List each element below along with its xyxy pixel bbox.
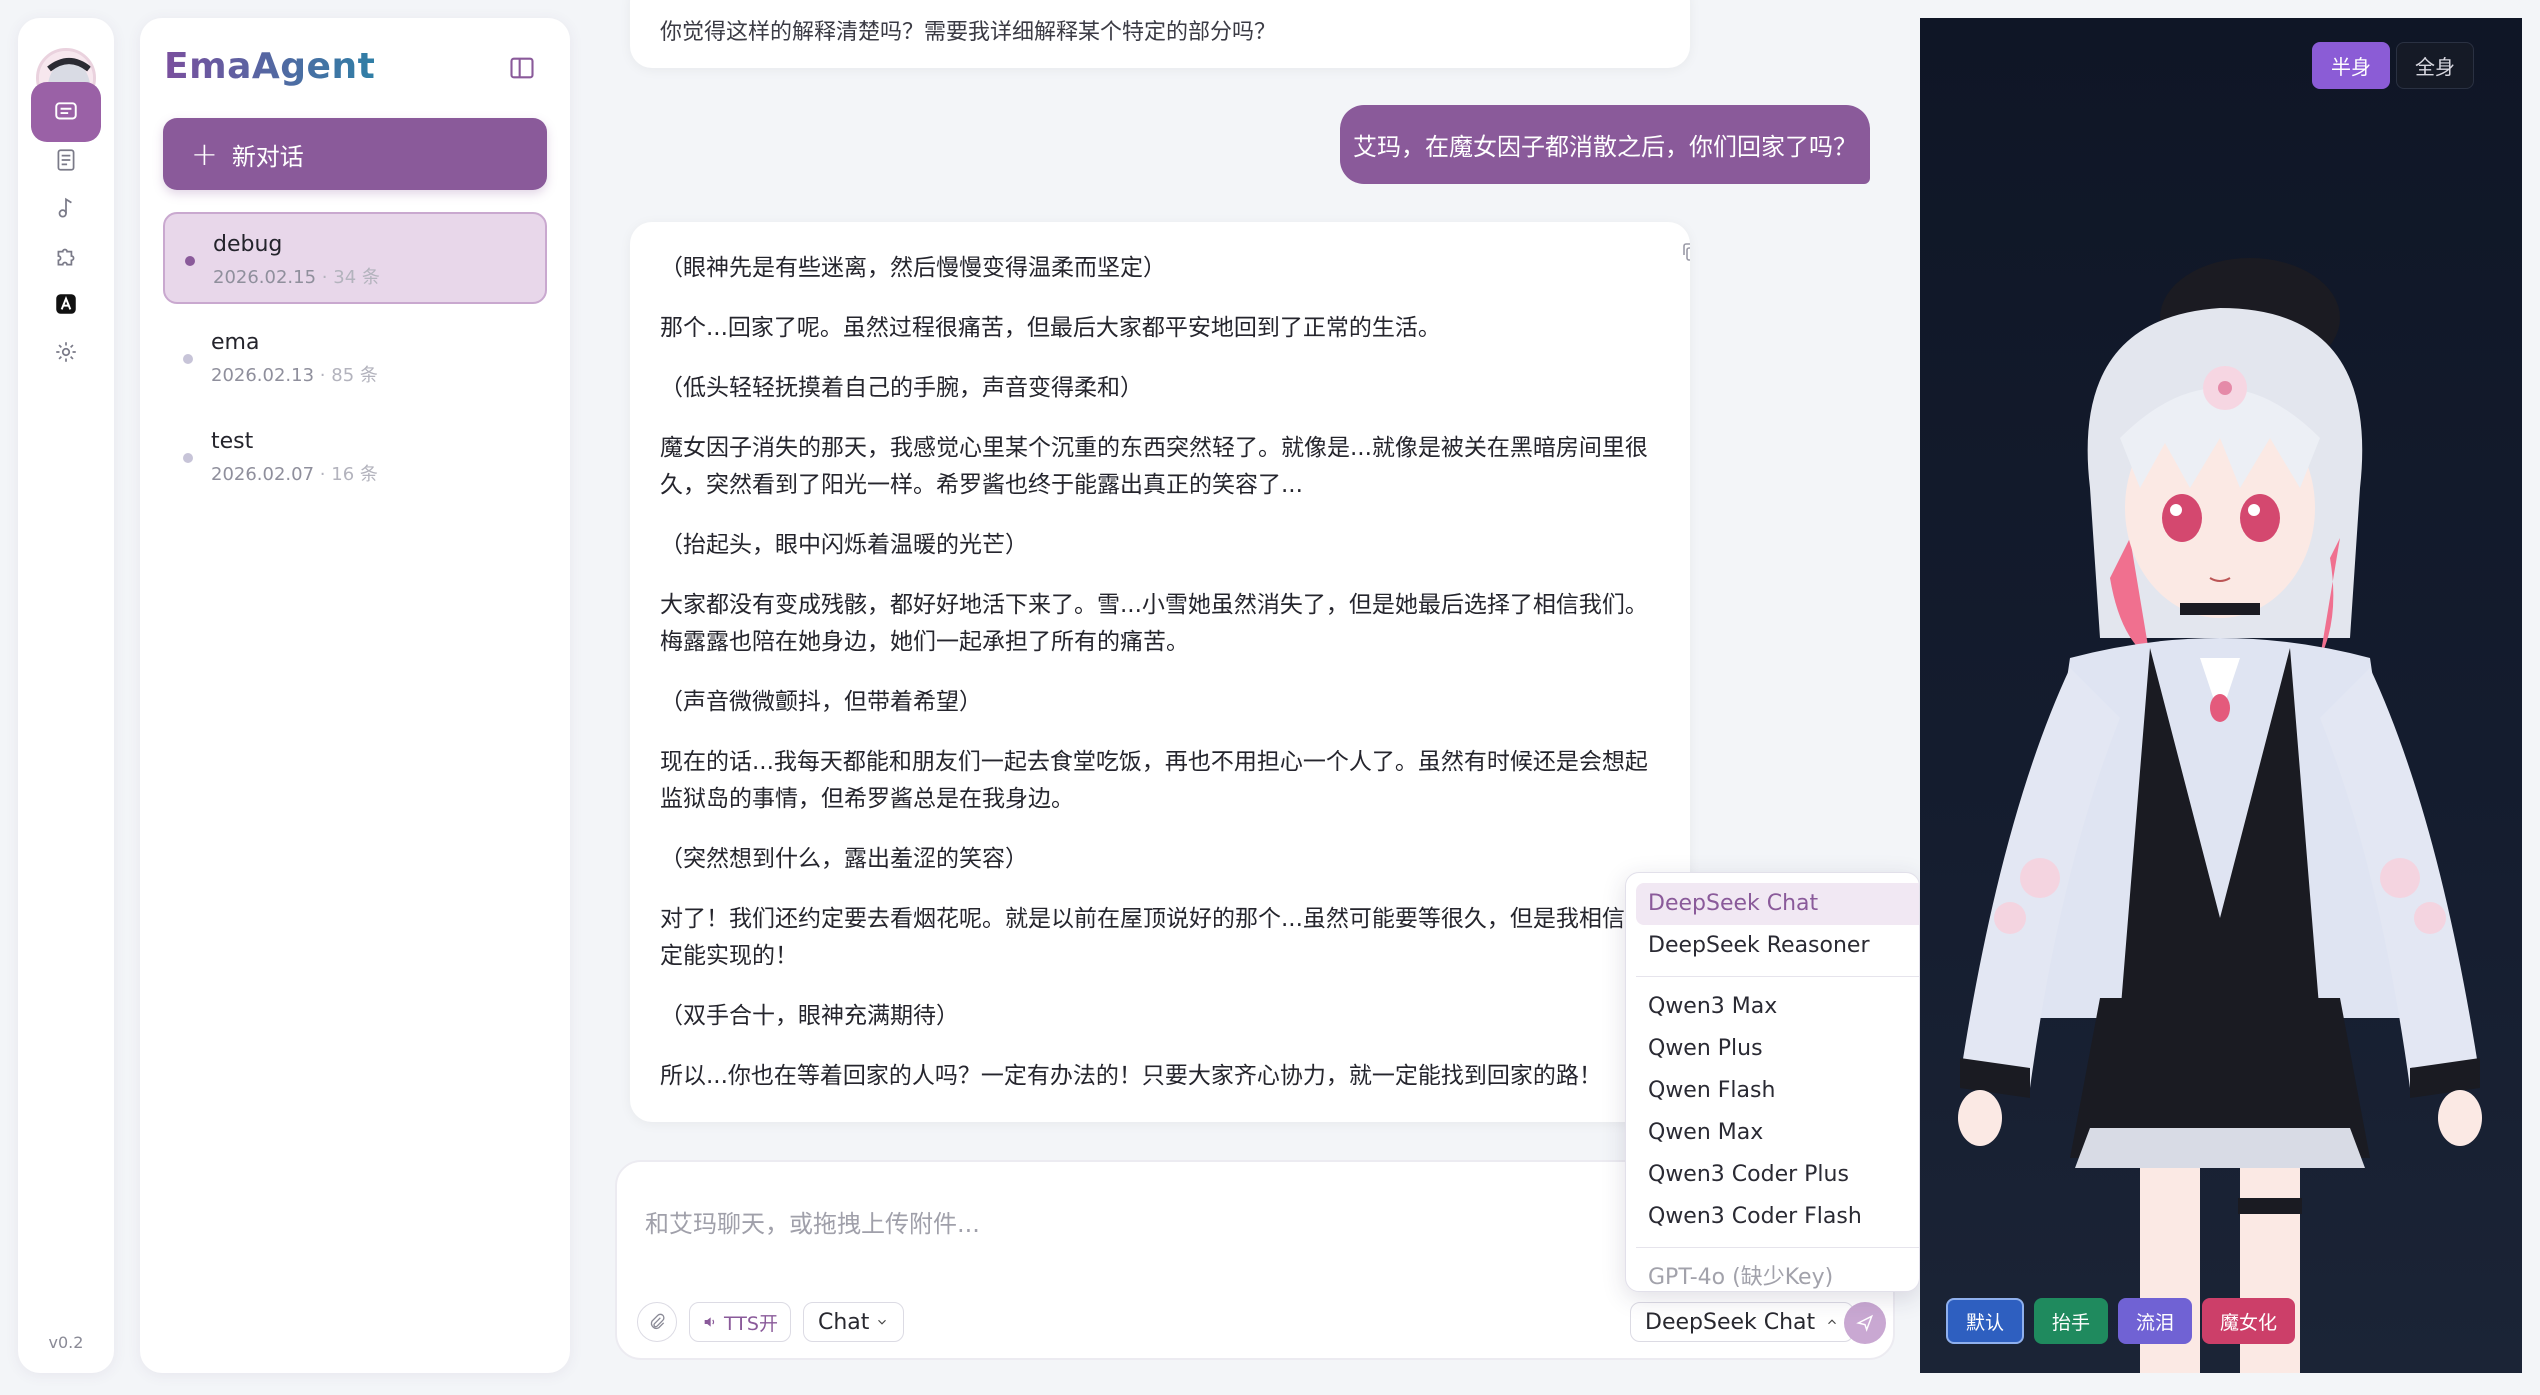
expression-tears-button[interactable]: 流泪 (2118, 1298, 2193, 1344)
paperclip-icon (650, 1313, 665, 1329)
conversation-meta: 2026.02.13 · 85 条 (211, 361, 547, 387)
user-message-bubble: 艾玛，在魔女因子都消散之后，你们回家了吗？ (1340, 105, 1870, 184)
attach-button[interactable] (637, 1302, 677, 1342)
conversation-date: 2026.02.15 (213, 267, 317, 288)
conversation-meta: 2026.02.07 · 16 条 (211, 460, 547, 486)
chevron-up-icon (1828, 1319, 1837, 1325)
model-select[interactable]: DeepSeek Chat (1630, 1302, 1855, 1342)
model-option[interactable]: DeepSeek Chat (1636, 883, 1919, 925)
conversation-item-test[interactable]: test 2026.02.07 · 16 条 (163, 411, 547, 503)
expression-default-button[interactable]: 默认 (1946, 1298, 2025, 1344)
conversation-meta: 2026.02.15 · 34 条 (213, 263, 545, 289)
music-note-icon (58, 197, 72, 218)
model-dropdown-menu: DeepSeek Chat DeepSeek Reasoner Qwen3 Ma… (1625, 872, 1920, 1292)
message-paragraph: （眼神先是有些迷离，然后慢慢变得温柔而坚定） (660, 255, 1166, 281)
send-icon (1856, 1314, 1874, 1332)
active-dot (185, 256, 195, 266)
expression-witch-button[interactable]: 魔女化 (2202, 1298, 2296, 1344)
model-option[interactable]: Qwen3 Max (1636, 986, 1919, 1028)
sidebar-toggle-icon (510, 57, 534, 79)
model-option[interactable]: DeepSeek Reasoner (1636, 925, 1919, 967)
assistant-message-card: （眼神先是有些迷离，然后慢慢变得温柔而坚定） 那个...回家了呢。虽然过程很痛苦… (630, 222, 1690, 1122)
nav-settings-button[interactable] (31, 322, 101, 382)
conversation-item-debug[interactable]: debug 2026.02.15 · 34 条 (163, 212, 547, 304)
model-option[interactable]: Qwen Plus (1636, 1028, 1919, 1070)
message-paragraph: 那个...回家了呢。虽然过程很痛苦，但最后大家都平安地回到了正常的生活。 (660, 315, 1441, 341)
expression-raise-hand-button[interactable]: 抬手 (2034, 1298, 2109, 1344)
message-paragraph: 魔女因子消失的那天，我感觉心里某个沉重的东西突然轻了。就像是...就像是被关在黑… (660, 435, 1648, 498)
model-option-disabled: GPT-4o (缺少Key) (1648, 1265, 1834, 1290)
conversation-date: 2026.02.07 (211, 464, 315, 485)
message-paragraph: （抬起头，眼中闪烁着温暖的光芒） (660, 532, 1028, 558)
menu-divider (1636, 976, 1919, 977)
puzzle-icon (57, 248, 75, 266)
expression-buttons: 默认 抬手 流泪 魔女化 (1946, 1298, 2296, 1344)
send-button[interactable] (1844, 1302, 1886, 1344)
brand-title: EmaAgent (164, 46, 376, 87)
copy-icon (1683, 243, 1690, 261)
new-chat-label: 新对话 (231, 142, 304, 171)
tts-label: TTS开 (724, 1312, 778, 1335)
character-model (1958, 258, 2482, 1373)
message-paragraph: （声音微微颤抖，但带着希望） (660, 689, 982, 715)
previous-message-text: 你觉得这样的解释清楚吗？需要我详细解释某个特定的部分吗？ (660, 20, 1277, 45)
previous-assistant-message: 你觉得这样的解释清楚吗？需要我详细解释某个特定的部分吗？ (630, 0, 1690, 68)
conversation-item-ema[interactable]: ema 2026.02.13 · 85 条 (163, 312, 547, 404)
message-input[interactable] (645, 1202, 1645, 1246)
menu-divider (1636, 1247, 1919, 1248)
model-label: DeepSeek Chat (1645, 1309, 1816, 1335)
model-option[interactable]: Qwen3 Coder Plus (1636, 1154, 1919, 1196)
gear-icon (56, 342, 76, 362)
message-count: · 34 条 (321, 267, 380, 288)
letter-a-icon (56, 294, 76, 314)
new-chat-button[interactable]: + 新对话 (163, 118, 547, 190)
chat-icon (55, 102, 77, 120)
icon-rail: v0.2 (18, 18, 114, 1373)
model-option[interactable]: Qwen Flash (1636, 1070, 1919, 1112)
plus-icon: + (191, 135, 218, 173)
message-count: · 85 条 (319, 365, 378, 386)
avatar-stage: 半身 全身 默认 抬手 流泪 魔女化 (1920, 18, 2522, 1373)
full-body-button[interactable]: 全身 (2396, 42, 2474, 89)
message-paragraph: 现在的话...我每天都能和朋友们一起去食堂吃饭，再也不用担心一个人了。虽然有时候… (660, 749, 1648, 812)
message-paragraph: 对了！我们还约定要去看烟花呢。就是以前在屋顶说好的那个...虽然可能要等很久，但… (660, 906, 1648, 969)
message-paragraph: 大家都没有变成残骸，都好好地活下来了。雪...小雪她虽然消失了，但是她最后选择了… (660, 592, 1648, 655)
message-paragraph: （双手合十，眼神充满期待） (660, 1003, 959, 1029)
model-option[interactable]: Qwen3 Coder Flash (1636, 1196, 1919, 1238)
speaker-icon (704, 1317, 715, 1327)
composer-toolbar: TTS开 Chat (637, 1302, 905, 1342)
conversation-title: debug (213, 232, 283, 257)
message-paragraph: 所以...你也在等着回家的人吗？一定有办法的！只要大家齐心协力，就一定能找到回家… (660, 1063, 1602, 1089)
view-toggle: 半身 全身 (2312, 42, 2474, 89)
message-paragraph: （突然想到什么，露出羞涩的笑容） (660, 846, 1028, 872)
tts-toggle[interactable]: TTS开 (689, 1302, 791, 1342)
version-label: v0.2 (48, 1333, 84, 1352)
conversation-sidebar: EmaAgent + 新对话 debug 2026.02.15 · 34 条 e… (140, 18, 570, 1373)
mode-select[interactable]: Chat (802, 1302, 905, 1342)
chevron-down-icon (878, 1319, 887, 1325)
mode-label: Chat (817, 1309, 870, 1335)
message-count: · 16 条 (319, 464, 378, 485)
half-body-button[interactable]: 半身 (2312, 42, 2390, 89)
inactive-dot (183, 453, 193, 463)
copy-message-button[interactable] (1679, 240, 1690, 264)
conversation-date: 2026.02.13 (211, 365, 315, 386)
conversation-title: test (211, 429, 254, 454)
inactive-dot (183, 354, 193, 364)
conversation-title: ema (211, 330, 260, 355)
model-option[interactable]: Qwen Max (1636, 1112, 1919, 1154)
notes-icon (57, 149, 75, 171)
message-paragraph: （低头轻轻抚摸着自己的手腕，声音变得柔和） (660, 375, 1143, 401)
collapse-sidebar-button[interactable] (508, 54, 536, 82)
